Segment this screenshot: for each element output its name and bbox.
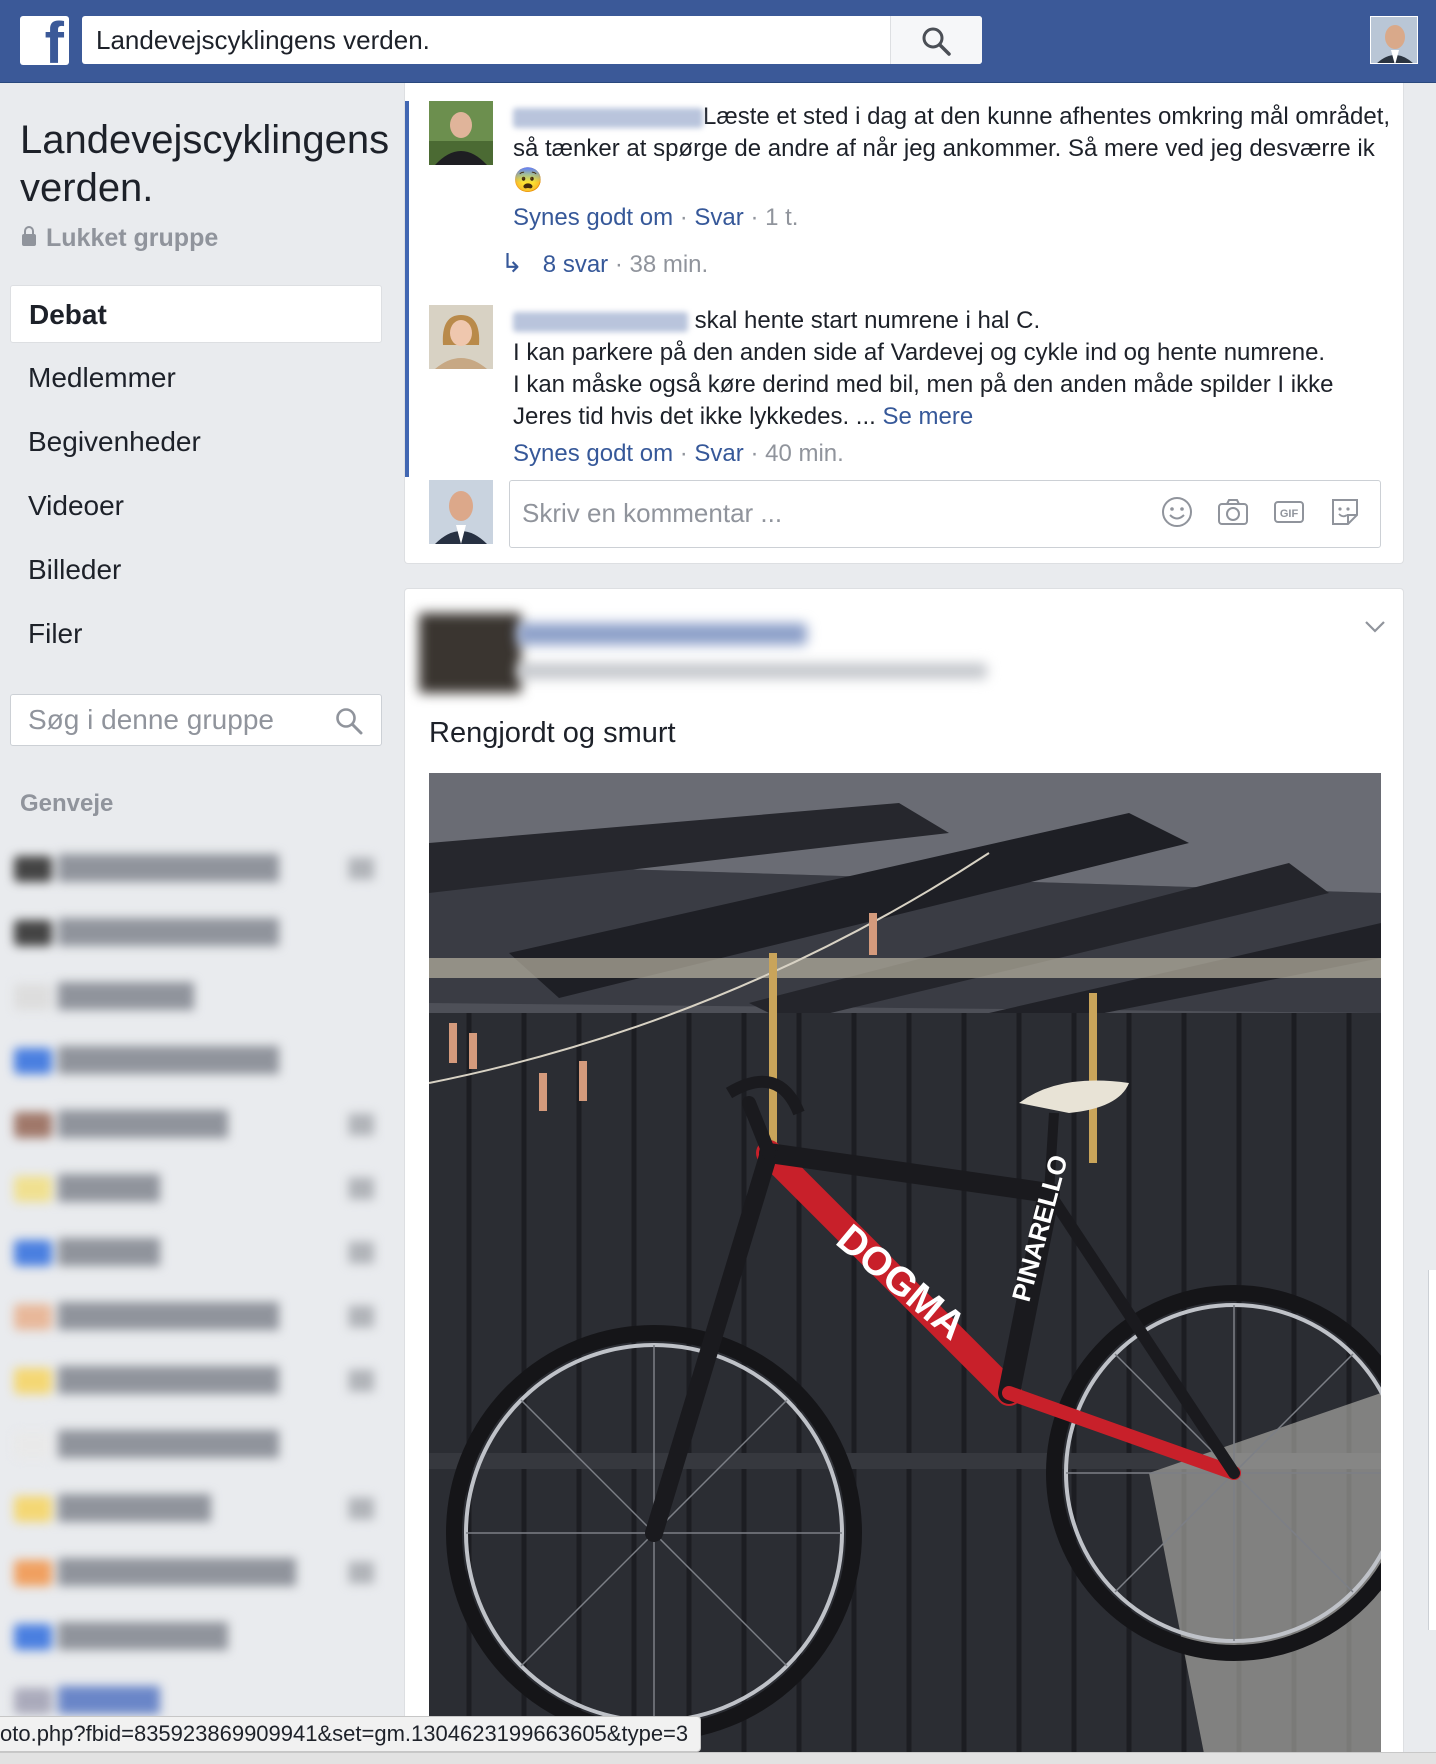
comment-time[interactable]: 1 t. <box>765 204 798 231</box>
post-text: Rengjordt og smurt <box>429 717 676 749</box>
group-search-placeholder: Søg i denne gruppe <box>28 704 274 735</box>
shortcut-item[interactable]: █████████████ ██ <box>10 840 382 904</box>
comment-text-line2: I kan parkere på den anden side af Varde… <box>513 339 1326 366</box>
comment-input[interactable]: Skriv en kommentar ... GIF <box>509 480 1381 548</box>
shortcuts-list: █████████████ ██ █████████████ ████████ █… <box>10 840 382 1736</box>
reply-link[interactable]: Svar <box>694 204 743 231</box>
search-icon <box>922 27 951 56</box>
nav-item-begivenheder[interactable]: Begivenheder <box>10 413 382 471</box>
sticker-icon[interactable] <box>1328 495 1362 529</box>
facebook-logo-icon[interactable]: f <box>20 16 69 65</box>
search-icon <box>336 708 363 735</box>
group-privacy: Lukket gruppe <box>22 224 218 253</box>
comments-card: Læste et sted i dag at den kunne afhente… <box>404 83 1404 564</box>
post-author-name[interactable] <box>517 623 807 645</box>
shortcut-item[interactable]: █████████████ ██ <box>10 1352 382 1416</box>
commenter-name[interactable] <box>513 311 688 332</box>
shortcut-item[interactable]: ████████ <box>10 1224 382 1288</box>
search-input[interactable]: Landevejscyklingens verden. <box>96 16 430 64</box>
shortcut-item[interactable]: ████████ <box>10 968 382 1032</box>
profile-avatar[interactable] <box>1370 16 1418 64</box>
gif-icon[interactable]: GIF <box>1272 495 1306 529</box>
window-bottom-strip <box>0 1752 1436 1764</box>
post-meta <box>517 663 987 679</box>
replies-time: 38 min. <box>629 251 709 278</box>
commenter-avatar[interactable] <box>429 101 493 165</box>
lock-icon <box>22 226 36 246</box>
scroll-edge <box>1428 1270 1436 1630</box>
emoji-fearful: 😨 <box>513 167 543 194</box>
nav-item-debat[interactable]: Debat <box>10 285 382 343</box>
nav-item-filer[interactable]: Filer <box>10 605 382 663</box>
my-avatar <box>429 480 493 544</box>
search-button[interactable] <box>890 16 982 64</box>
shortcut-item[interactable]: █████████ ██ <box>10 1480 382 1544</box>
global-search[interactable]: Landevejscyklingens verden. <box>82 16 982 64</box>
shortcut-item[interactable]: █████████████ <box>10 1416 382 1480</box>
post-card: Rengjordt og smurt DOGMA PINARELLO <box>404 588 1404 1764</box>
top-bar: f Landevejscyklingens verden. <box>0 0 1436 83</box>
view-replies[interactable]: ↳ 8 svar · 38 min. <box>501 248 708 279</box>
shortcut-item[interactable]: ██████████ <box>10 1608 382 1672</box>
nav-item-billeder[interactable]: Billeder <box>10 541 382 599</box>
chevron-down-icon[interactable] <box>1363 619 1387 635</box>
link-status-bar: oto.php?fbid=835923869909941&set=gm.1304… <box>0 1716 702 1752</box>
reply-link[interactable]: Svar <box>694 440 743 467</box>
commenter-avatar[interactable] <box>429 305 493 369</box>
post-author-avatar[interactable] <box>419 613 521 693</box>
replies-count[interactable]: 8 svar <box>543 251 608 278</box>
see-more-link[interactable]: Se mere <box>882 403 973 430</box>
group-title[interactable]: Landevejscyklingens verden. <box>20 116 390 212</box>
shortcut-item[interactable]: █████████████ ██ <box>10 1288 382 1352</box>
smiley-icon[interactable] <box>1160 495 1194 529</box>
comment-thread-line <box>405 296 409 477</box>
bike-photo: DOGMA PINARELLO <box>429 773 1381 1764</box>
shortcut-item[interactable]: ██████████████ ██ <box>10 1544 382 1608</box>
svg-text:GIF: GIF <box>1280 508 1299 520</box>
group-search-input[interactable]: Søg i denne gruppe <box>10 694 382 746</box>
shortcuts-heading: Genveje <box>20 790 114 817</box>
like-link[interactable]: Synes godt om <box>513 440 673 467</box>
reply-arrow-icon: ↳ <box>501 248 523 278</box>
post-photo[interactable]: DOGMA PINARELLO <box>429 773 1381 1764</box>
shortcut-item[interactable]: ████████ <box>10 1160 382 1224</box>
comment-thread-line <box>405 101 409 322</box>
nav-item-medlemmer[interactable]: Medlemmer <box>10 349 382 407</box>
camera-icon[interactable] <box>1216 495 1250 529</box>
comment-text-line1: skal hente start numrene i hal C. <box>688 307 1041 334</box>
comment-placeholder: Skriv en kommentar ... <box>522 498 783 528</box>
shortcut-item[interactable]: ██████████ ██ <box>10 1096 382 1160</box>
shortcut-item[interactable]: █████████████ <box>10 904 382 968</box>
commenter-name[interactable] <box>513 107 703 128</box>
like-link[interactable]: Synes godt om <box>513 204 673 231</box>
group-nav: Debat Medlemmer Begivenheder Videoer Bil… <box>10 285 382 669</box>
shortcut-item[interactable]: █████████████ <box>10 1032 382 1096</box>
comment-time[interactable]: 40 min. <box>765 440 844 467</box>
nav-item-videoer[interactable]: Videoer <box>10 477 382 535</box>
